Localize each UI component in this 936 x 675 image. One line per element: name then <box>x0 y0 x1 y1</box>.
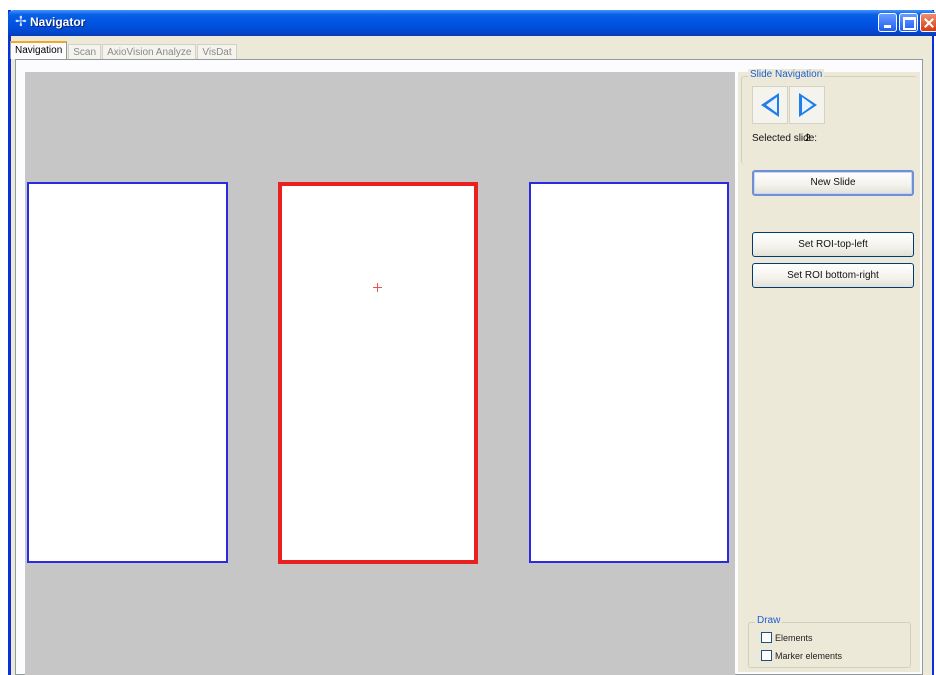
previous-slide-button[interactable] <box>752 86 788 124</box>
slide-navigation-legend: Slide Navigation <box>748 69 825 80</box>
set-roi-top-left-button[interactable]: Set ROI-top-left <box>752 232 914 257</box>
selected-slide-value: 2 <box>805 133 811 144</box>
marker-elements-checkbox-row[interactable]: Marker elements <box>761 650 842 661</box>
set-roi-bottom-right-button[interactable]: Set ROI bottom-right <box>752 263 914 288</box>
maximize-icon[interactable] <box>899 13 918 32</box>
marker-elements-checkbox[interactable] <box>761 650 772 661</box>
draw-legend: Draw <box>755 615 783 626</box>
tab-navigation[interactable]: Navigation <box>10 41 68 59</box>
draw-group: Draw <box>748 615 911 668</box>
slide-1[interactable] <box>27 182 228 563</box>
tab-axiovision-analyze[interactable]: AxioVision Analyze <box>102 44 197 59</box>
elements-label: Elements <box>775 632 813 643</box>
tab-visdat[interactable]: VisDat <box>197 44 237 59</box>
crosshair-icon <box>373 283 383 293</box>
app-icon: ✢ <box>15 14 27 30</box>
elements-checkbox[interactable] <box>761 632 772 643</box>
elements-checkbox-row[interactable]: Elements <box>761 632 813 643</box>
side-panel: Slide Navigation <box>738 69 920 672</box>
next-slide-button[interactable] <box>789 86 825 124</box>
close-icon[interactable] <box>920 13 936 32</box>
tab-scan[interactable]: Scan <box>68 44 102 59</box>
title-bar[interactable]: ✢ Navigator <box>8 10 936 36</box>
tab-strip: Navigation Scan AxioVision Analyze VisDa… <box>10 41 238 59</box>
marker-elements-label: Marker elements <box>775 650 843 661</box>
slide-canvas[interactable] <box>25 72 735 675</box>
slide-2-selected[interactable] <box>278 182 478 564</box>
window-title: Navigator <box>30 15 86 29</box>
slide-3[interactable] <box>529 182 729 563</box>
minimize-icon[interactable] <box>878 13 897 32</box>
new-slide-button[interactable]: New Slide <box>752 170 914 196</box>
